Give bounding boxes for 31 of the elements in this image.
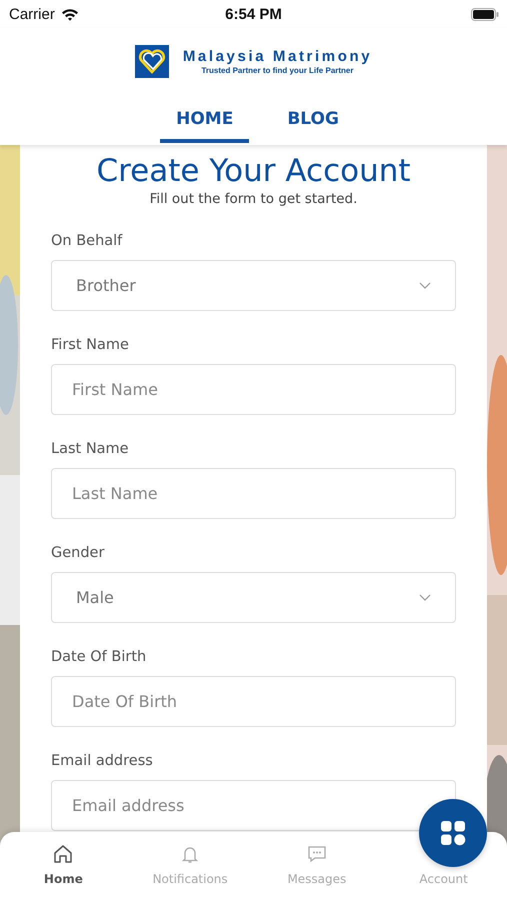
brand-name: Malaysia Matrimony	[182, 48, 372, 65]
home-icon	[53, 844, 74, 864]
field-label: Date Of Birth	[51, 649, 148, 665]
field-label: Email address	[51, 753, 154, 769]
chat-nav-item[interactable]: Messages	[254, 832, 380, 900]
chevron-down-icon	[419, 594, 431, 601]
wifi-icon	[60, 8, 79, 20]
field-label: Gender	[51, 545, 106, 561]
form-title: Create Your Account	[95, 153, 412, 189]
home-nav-item[interactable]: Home	[0, 832, 127, 900]
dropdown-field[interactable]: Male	[51, 572, 456, 623]
heart-logo-icon	[134, 45, 169, 78]
bell-nav-item[interactable]: Notifications	[126, 832, 254, 900]
nav-tab[interactable]: BLOG	[271, 106, 355, 143]
input-field[interactable]: Email address	[51, 780, 456, 831]
input-field[interactable]: Last Name	[51, 468, 456, 519]
chat-icon	[306, 844, 327, 864]
form-subtitle: Fill out the form to get started.	[148, 191, 358, 207]
status-time: 6:54 PM	[224, 6, 283, 22]
carrier-name: Carrier	[9, 6, 55, 22]
input-field[interactable]: First Name	[51, 364, 456, 415]
battery-icon	[471, 8, 499, 20]
account-nav-item[interactable]: Account	[380, 872, 507, 887]
brand-tagline: Trusted Partner to find your Life Partner	[201, 66, 354, 75]
field-label: Last Name	[51, 441, 130, 457]
dropdown-field[interactable]: Brother	[51, 260, 456, 311]
chevron-down-icon	[419, 282, 431, 289]
field-label: First Name	[51, 337, 130, 353]
grid-icon	[440, 820, 466, 846]
input-field[interactable]: Date Of Birth	[51, 676, 456, 727]
field-label: On Behalf	[51, 233, 124, 249]
